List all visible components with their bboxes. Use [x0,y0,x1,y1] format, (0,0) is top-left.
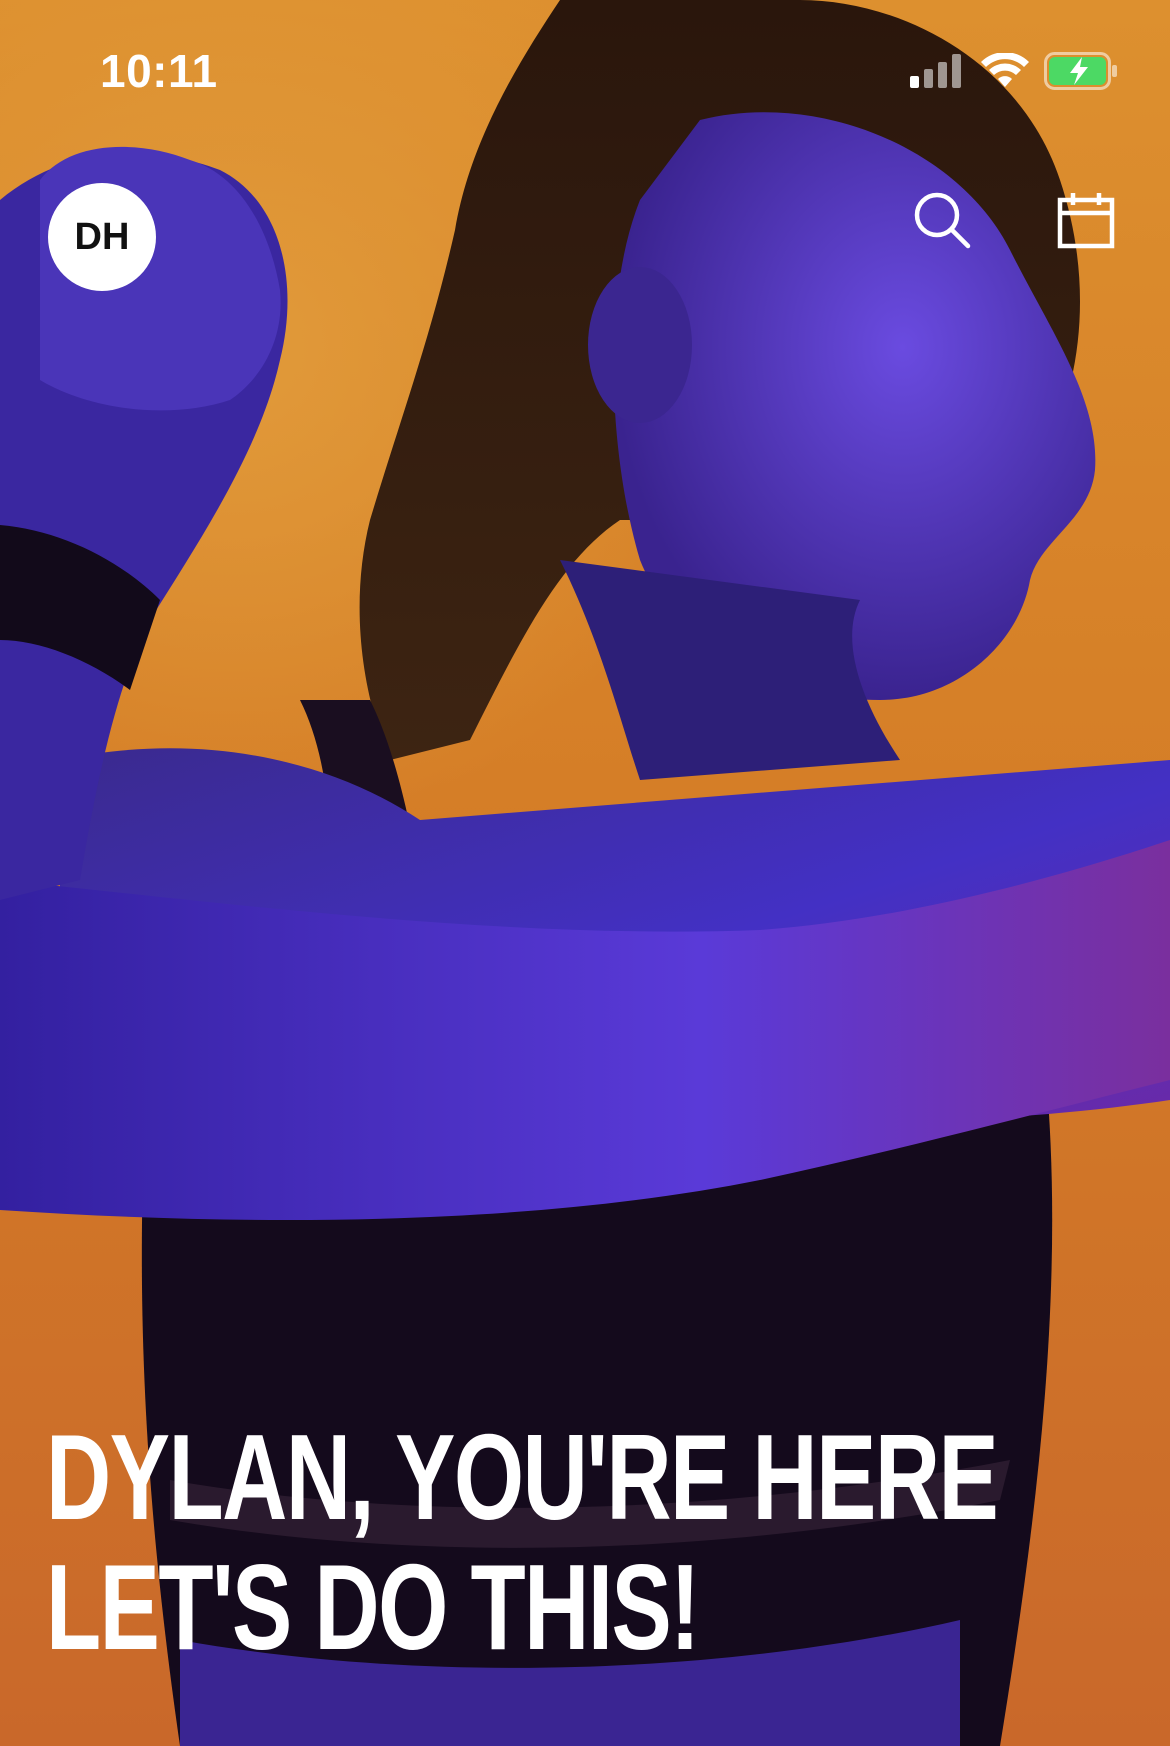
status-time: 10:11 [100,45,218,97]
home-screen: 10:11 DH DYLAN, YOU'RE HERE LET'S DO THI… [0,0,1170,1746]
avatar-initials: DH [74,215,130,258]
greeting-line-1: DYLAN, YOU'RE HERE [46,1409,999,1545]
search-button[interactable] [910,188,974,252]
calendar-button[interactable] [1054,188,1118,252]
profile-avatar[interactable]: DH [48,183,156,291]
greeting-line-2: LET'S DO THIS! [46,1539,700,1675]
greeting-headline: DYLAN, YOU'RE HERE LET'S DO THIS! [46,1409,999,1675]
calendar-icon [1057,193,1115,249]
battery-charging-icon [1044,52,1117,90]
status-icons [910,52,1118,90]
wifi-icon [981,53,1029,87]
search-icon [914,192,971,249]
cellular-signal-icon [910,54,961,88]
